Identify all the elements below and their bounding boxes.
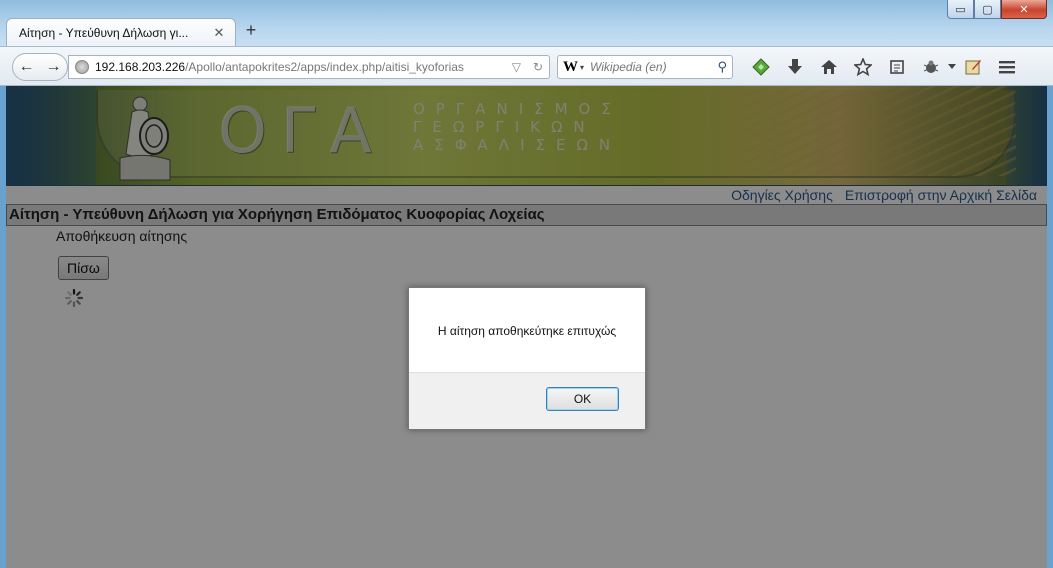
addon-green-icon[interactable] [744, 57, 778, 77]
navigation-toolbar: ← → 192.168.203.226 /Apollo/antapokrites… [0, 46, 1053, 86]
menu-icon[interactable] [990, 57, 1024, 77]
download-icon[interactable] [778, 57, 812, 77]
reload-icon[interactable]: ↻ [533, 60, 543, 74]
toolbar-icons [744, 57, 1024, 77]
back-button[interactable]: ← [13, 58, 40, 76]
notepad-icon[interactable] [956, 57, 990, 77]
maximize-button[interactable]: ▢ [974, 0, 1001, 19]
dialog-message: Η αίτηση αποθηκεύτηκε επιτυχώς [437, 323, 617, 338]
ok-button[interactable]: OK [546, 387, 619, 411]
wikipedia-icon[interactable]: W [563, 59, 578, 76]
window-titlebar: ▭ ▢ ✕ Αίτηση - Υπεύθυνη Δήλωση γι... ✕ + [0, 0, 1053, 46]
url-bar[interactable]: 192.168.203.226 /Apollo/antapokrites2/ap… [68, 55, 550, 79]
dialog-footer: OK [409, 372, 645, 429]
reading-list-icon[interactable] [880, 57, 914, 77]
new-tab-button[interactable]: + [242, 20, 260, 41]
tab-title: Αίτηση - Υπεύθυνη Δήλωση γι... [19, 25, 189, 40]
bug-icon[interactable] [914, 57, 948, 77]
home-icon[interactable] [812, 57, 846, 77]
close-window-button[interactable]: ✕ [1001, 0, 1047, 19]
browser-tab[interactable]: Αίτηση - Υπεύθυνη Δήλωση γι... ✕ [6, 18, 236, 46]
dropdown-arrow-icon[interactable] [948, 57, 956, 77]
forward-button[interactable]: → [40, 58, 67, 76]
url-path: /Apollo/antapokrites2/apps/index.php/ait… [185, 60, 464, 74]
url-host: 192.168.203.226 [95, 60, 186, 74]
bookmark-star-icon[interactable] [846, 57, 880, 77]
search-input[interactable]: Wikipedia (en) [590, 60, 717, 74]
alert-dialog: Η αίτηση αποθηκεύτηκε επιτυχώς OK [408, 287, 646, 430]
tab-close-icon[interactable]: ✕ [211, 25, 227, 41]
site-identity-icon[interactable] [75, 60, 89, 74]
search-engine-dropdown-icon[interactable]: ▾ [580, 63, 584, 72]
minimize-button[interactable]: ▭ [947, 0, 974, 19]
search-icon[interactable]: ⚲ [717, 59, 727, 75]
back-forward-group: ← → [12, 53, 68, 81]
url-history-dropdown-icon[interactable]: ▽ [512, 60, 521, 74]
window-controls: ▭ ▢ ✕ [947, 0, 1047, 19]
search-bar[interactable]: W ▾ Wikipedia (en) ⚲ [557, 55, 733, 79]
